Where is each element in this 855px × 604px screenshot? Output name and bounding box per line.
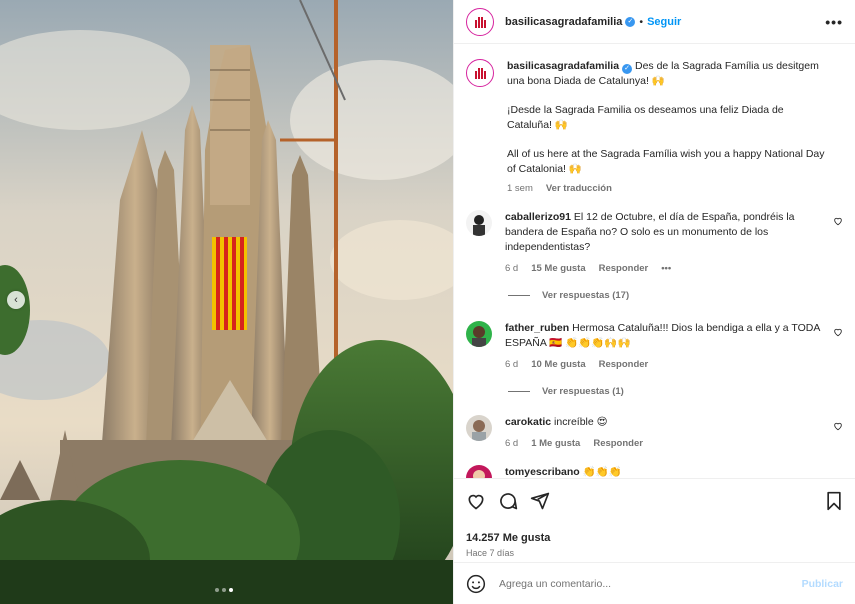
post-actions: 14.257 Me gusta Hace 7 días — [454, 478, 855, 558]
comment-likes[interactable]: 15 Me gusta — [531, 261, 585, 276]
comment-username[interactable]: father_ruben — [505, 322, 569, 334]
heart-icon[interactable] — [833, 216, 843, 226]
comment-body: carokatic increíble 😍 6 d 1 Me gusta Res… — [505, 415, 825, 451]
comment-options-icon[interactable]: ••• — [661, 261, 671, 276]
action-icons — [466, 489, 843, 513]
comment-item: father_ruben Hermosa Cataluña!!! Dios la… — [466, 321, 843, 372]
comment-time[interactable]: 6 d — [505, 261, 518, 276]
carousel-prev-button[interactable]: ‹ — [7, 291, 25, 309]
caption-time[interactable]: 1 sem — [507, 181, 533, 196]
caption-username[interactable]: basilicasagradafamilia — [507, 60, 619, 72]
sagrada-logo-icon — [475, 16, 486, 28]
caption-meta: 1 sem Ver traducción — [507, 181, 827, 196]
avatar[interactable] — [466, 465, 492, 478]
comment-text: increíble 😍 — [554, 416, 608, 428]
post-image[interactable]: ‹ — [0, 0, 453, 604]
follow-button[interactable]: Seguir — [647, 16, 681, 28]
comment-likes[interactable]: 1 Me gusta — [531, 436, 580, 451]
share-icon[interactable] — [530, 491, 550, 511]
comment-username[interactable]: tomyescribano — [505, 466, 580, 478]
avatar-logo — [469, 62, 491, 84]
caption-paragraph-ca: basilicasagradafamilia ✓ Des de la Sagrad… — [507, 59, 827, 89]
caption-body: basilicasagradafamilia ✓ Des de la Sagrad… — [507, 59, 827, 196]
verified-badge-icon: ✓ — [625, 16, 636, 27]
bookmark-icon[interactable] — [825, 491, 843, 511]
carousel-dots — [215, 588, 233, 592]
likes-count[interactable]: 14.257 Me gusta — [466, 532, 843, 544]
comment-meta: 6 d 1 Me gusta Responder — [505, 436, 825, 451]
like-heart-icon[interactable] — [466, 491, 486, 511]
caption-text-es: ¡Desde la Sagrada Familia os deseamos un… — [507, 104, 784, 131]
comment-text: 👏👏👏 — [582, 466, 622, 478]
avatar[interactable] — [466, 59, 494, 87]
carousel-dot — [222, 588, 226, 592]
comments-list[interactable]: basilicasagradafamilia ✓ Des de la Sagrad… — [454, 45, 855, 478]
comment-username[interactable]: caballerizo91 — [505, 211, 571, 223]
avatar-logo — [469, 10, 491, 33]
avatar-image-icon — [466, 321, 492, 347]
username[interactable]: basilicasagradafamilia — [505, 16, 622, 28]
emoji-icon[interactable] — [466, 574, 486, 594]
replies-line — [508, 391, 530, 392]
reply-button[interactable]: Responder — [593, 436, 643, 451]
avatar[interactable] — [466, 7, 494, 36]
carousel-dot — [215, 588, 219, 592]
publish-button[interactable]: Publicar — [802, 578, 843, 590]
separator: • — [639, 15, 644, 28]
comment-time[interactable]: 6 d — [505, 436, 518, 451]
comment-body: caballerizo91 El 12 de Octubre, el día d… — [505, 210, 825, 276]
avatar[interactable] — [466, 210, 492, 236]
caption-text-en: All of us here at the Sagrada Família wi… — [507, 148, 825, 175]
comment-item: tomyescribano 👏👏👏 — [466, 465, 843, 478]
translate-link[interactable]: Ver traducción — [546, 181, 612, 196]
heart-icon[interactable] — [833, 327, 843, 337]
reply-button[interactable]: Responder — [599, 261, 649, 276]
reply-button[interactable]: Responder — [599, 357, 649, 372]
sagrada-logo-icon — [475, 68, 486, 79]
comment-item: carokatic increíble 😍 6 d 1 Me gusta Res… — [466, 415, 843, 451]
comment-composer: Publicar — [454, 562, 855, 604]
caption: basilicasagradafamilia ✓ Des de la Sagrad… — [466, 59, 843, 196]
chevron-left-icon: ‹ — [14, 294, 18, 306]
view-replies-label: Ver respuestas (17) — [542, 290, 630, 301]
post-header: basilicasagradafamilia ✓ • Seguir ••• — [454, 0, 855, 44]
avatar-image-icon — [466, 415, 492, 441]
avatar[interactable] — [466, 415, 492, 441]
post-date[interactable]: Hace 7 días — [466, 548, 843, 558]
post-sidebar: basilicasagradafamilia ✓ • Seguir ••• ba… — [453, 0, 855, 604]
comment-item: caballerizo91 El 12 de Octubre, el día d… — [466, 210, 843, 276]
carousel-dot-active — [229, 588, 233, 592]
instagram-post: ‹ basilicasagradafamilia ✓ • Seguir ••• — [0, 0, 855, 604]
more-options-icon[interactable]: ••• — [825, 14, 843, 30]
view-replies-label: Ver respuestas (1) — [542, 386, 624, 397]
comment-body: tomyescribano 👏👏👏 — [505, 465, 825, 478]
avatar[interactable] — [466, 321, 492, 347]
comment-time[interactable]: 6 d — [505, 357, 518, 372]
replies-line — [508, 295, 530, 296]
comment-meta: 6 d 15 Me gusta Responder ••• — [505, 261, 825, 276]
heart-icon[interactable] — [833, 421, 843, 431]
view-replies-button[interactable]: Ver respuestas (17) — [508, 290, 843, 301]
sagrada-familia-photo — [0, 0, 453, 604]
avatar-image-icon — [466, 465, 492, 478]
comment-likes[interactable]: 10 Me gusta — [531, 357, 585, 372]
comment-meta: 6 d 10 Me gusta Responder — [505, 357, 825, 372]
verified-badge-icon: ✓ — [622, 64, 633, 74]
comment-body: father_ruben Hermosa Cataluña!!! Dios la… — [505, 321, 825, 372]
avatar-image-icon — [466, 210, 492, 236]
comment-username[interactable]: carokatic — [505, 416, 551, 428]
comment-icon[interactable] — [498, 491, 518, 511]
view-replies-button[interactable]: Ver respuestas (1) — [508, 386, 843, 397]
comment-input[interactable] — [499, 577, 802, 590]
